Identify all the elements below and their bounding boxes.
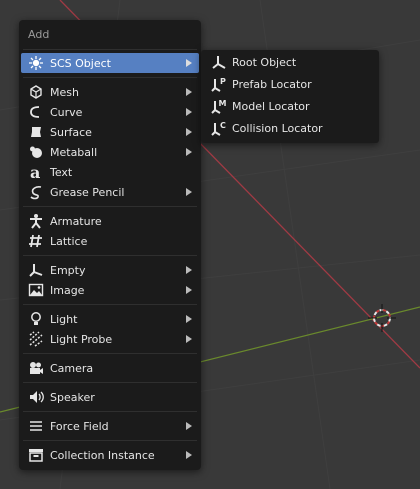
menu-separator [23, 440, 197, 441]
menu-item-image[interactable]: Image [21, 280, 199, 300]
mesh-icon [28, 84, 44, 100]
submenu-arrow-icon [185, 451, 193, 459]
menu-item-label: Camera [50, 361, 94, 375]
menu-item-camera[interactable]: Camera [21, 358, 199, 378]
menu-item-scs-object[interactable]: SCS Object [21, 53, 199, 73]
menu-item-speaker[interactable]: Speaker [21, 387, 199, 407]
metaball-icon [28, 144, 44, 160]
menu-separator [23, 382, 197, 383]
menu-item-label: Lattice [50, 234, 88, 248]
menu-item-armature[interactable]: Armature [21, 211, 199, 231]
menu-separator [23, 411, 197, 412]
menu-item-mesh[interactable]: Mesh [21, 82, 199, 102]
menu-item-label: Speaker [50, 390, 95, 404]
menu-item-label: Grease Pencil [50, 185, 125, 199]
submenu-item-model-locator[interactable]: M Model Locator [203, 96, 377, 116]
grease-pencil-icon [28, 184, 44, 200]
submenu-item-prefab-locator[interactable]: P Prefab Locator [203, 74, 377, 94]
collection-instance-icon [28, 447, 44, 463]
menu-separator [23, 206, 197, 207]
menu-title: Add [28, 28, 50, 41]
menu-separator [23, 49, 197, 50]
armature-icon [28, 213, 44, 229]
menu-item-surface[interactable]: Surface [21, 122, 199, 142]
menu-item-label: Light [50, 312, 78, 326]
submenu-arrow-icon [185, 59, 193, 67]
submenu-item-label: Prefab Locator [232, 77, 312, 91]
text-icon: a [28, 164, 44, 180]
menu-item-lattice[interactable]: Lattice [21, 231, 199, 251]
force-field-icon [28, 418, 44, 434]
surface-icon [28, 124, 44, 140]
menu-item-label: Light Probe [50, 332, 113, 346]
submenu-item-collision-locator[interactable]: C Collision Locator [203, 118, 377, 138]
speaker-icon [28, 389, 44, 405]
light-icon [28, 311, 44, 327]
menu-item-label: Empty [50, 263, 86, 277]
menu-item-curve[interactable]: Curve [21, 102, 199, 122]
submenu-arrow-icon [185, 315, 193, 323]
menu-item-label: Force Field [50, 419, 109, 433]
menu-separator [23, 255, 197, 256]
light-probe-icon [28, 331, 44, 347]
add-menu: Add SCS Object Mesh Curve Surface Metaba… [19, 20, 201, 470]
menu-item-label: SCS Object [50, 56, 111, 70]
submenu-item-label: Root Object [232, 55, 297, 69]
menu-item-label: Image [50, 283, 85, 297]
svg-text:C: C [220, 121, 226, 130]
menu-separator [23, 77, 197, 78]
scs-object-icon [28, 55, 44, 71]
curve-icon [28, 104, 44, 120]
menu-item-label: Collection Instance [50, 448, 155, 462]
root-object-icon [211, 54, 227, 70]
image-icon [28, 282, 44, 298]
collision-locator-icon: C [211, 120, 227, 136]
submenu-arrow-icon [185, 422, 193, 430]
prefab-locator-icon: P [211, 76, 227, 92]
menu-item-label: Curve [50, 105, 83, 119]
empty-icon [28, 262, 44, 278]
menu-item-force-field[interactable]: Force Field [21, 416, 199, 436]
menu-item-label: Metaball [50, 145, 98, 159]
submenu-arrow-icon [185, 266, 193, 274]
submenu-arrow-icon [185, 188, 193, 196]
model-locator-icon: M [211, 98, 227, 114]
submenu-arrow-icon [185, 108, 193, 116]
camera-icon [28, 360, 44, 376]
menu-item-text[interactable]: a Text [21, 162, 199, 182]
menu-separator [23, 353, 197, 354]
submenu-arrow-icon [185, 148, 193, 156]
menu-item-label: Text [50, 165, 73, 179]
menu-item-collection-instance[interactable]: Collection Instance [21, 445, 199, 465]
submenu-item-label: Collision Locator [232, 121, 323, 135]
submenu-arrow-icon [185, 335, 193, 343]
submenu-item-label: Model Locator [232, 99, 310, 113]
menu-item-empty[interactable]: Empty [21, 260, 199, 280]
submenu-item-root-object[interactable]: Root Object [203, 52, 377, 72]
submenu-arrow-icon [185, 128, 193, 136]
lattice-icon [28, 233, 44, 249]
svg-text:P: P [220, 77, 226, 86]
svg-text:a: a [30, 164, 40, 180]
scs-object-submenu: Root Object P Prefab Locator M Model Loc… [201, 50, 379, 143]
menu-item-metaball[interactable]: Metaball [21, 142, 199, 162]
menu-item-light-probe[interactable]: Light Probe [21, 329, 199, 349]
menu-item-label: Surface [50, 125, 92, 139]
submenu-arrow-icon [185, 286, 193, 294]
submenu-arrow-icon [185, 88, 193, 96]
menu-item-light[interactable]: Light [21, 309, 199, 329]
svg-text:M: M [219, 99, 227, 108]
menu-item-label: Armature [50, 214, 102, 228]
menu-item-grease-pencil[interactable]: Grease Pencil [21, 182, 199, 202]
menu-item-label: Mesh [50, 85, 79, 99]
3d-cursor[interactable] [368, 304, 396, 332]
menu-separator [23, 304, 197, 305]
